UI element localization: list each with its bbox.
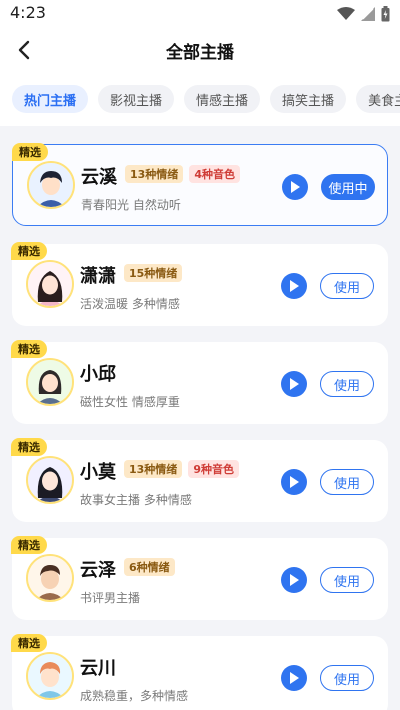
page-title: 全部主播 [166, 43, 234, 63]
anchor-card-yunze[interactable]: 精选 云泽 6种情绪 书评男主播 使用 [11, 536, 388, 620]
emotion-tag: 6种情绪 [124, 558, 175, 576]
male-avatar-icon [29, 163, 73, 207]
emotion-tag: 13种情绪 [124, 460, 183, 478]
signal-icon [361, 7, 375, 21]
anchor-description: 青春阳光 自然动听 [81, 198, 181, 212]
anchor-name: 云泽 [80, 560, 116, 581]
anchor-card-yunxi[interactable]: 精选 云溪 13种情绪 4种音色 青春阳光 自然动听 使用中 [12, 143, 388, 226]
wifi-icon [337, 7, 355, 20]
play-icon [290, 672, 299, 684]
category-tabs: 热门主播 影视主播 情感主播 搞笑主播 美食主播 [0, 72, 400, 126]
play-button[interactable] [281, 371, 307, 397]
male-avatar-icon [28, 654, 72, 698]
emotion-tag: 15种情绪 [124, 264, 183, 282]
use-button[interactable]: 使用 [320, 665, 374, 691]
play-icon [290, 476, 299, 488]
anchor-tags: 13种情绪 9种音色 [124, 460, 239, 478]
anchor-description: 活泼温暖 多种情感 [80, 297, 180, 311]
voice-tag: 9种音色 [188, 460, 239, 478]
anchor-list: 精选 云溪 13种情绪 4种音色 青春阳光 自然动听 使用中 精选 潇潇 15种… [0, 126, 400, 710]
featured-badge: 精选 [11, 340, 47, 358]
avatar [27, 161, 75, 209]
play-button[interactable] [281, 469, 307, 495]
male-avatar-icon [28, 556, 72, 600]
featured-badge: 精选 [11, 242, 47, 260]
anchor-tags: 15种情绪 [124, 264, 183, 282]
anchor-tags: 6种情绪 [124, 558, 175, 576]
anchor-description: 成熟稳重，多种情感 [80, 689, 189, 703]
battery-icon [381, 6, 390, 22]
anchor-name: 云川 [80, 658, 116, 679]
female-avatar-icon [28, 262, 72, 306]
play-icon [291, 181, 300, 193]
tab-film[interactable]: 影视主播 [98, 85, 175, 113]
anchor-name: 小莫 [80, 462, 116, 483]
anchor-card-yunchuan[interactable]: 精选 云川 成熟稳重，多种情感 使用 [11, 634, 388, 710]
play-icon [290, 280, 299, 292]
avatar [26, 652, 74, 700]
anchor-name: 潇潇 [80, 266, 116, 287]
featured-badge: 精选 [12, 143, 48, 161]
anchor-description: 故事女主播 多种情感 [80, 493, 192, 507]
anchor-card-xiaoxiao[interactable]: 精选 潇潇 15种情绪 活泼温暖 多种情感 使用 [11, 242, 388, 326]
play-icon [290, 574, 299, 586]
tab-food[interactable]: 美食主播 [356, 85, 400, 113]
status-time: 4:23 [10, 3, 46, 22]
tab-emotion[interactable]: 情感主播 [184, 85, 261, 113]
anchor-description: 书评男主播 [80, 591, 141, 605]
avatar [26, 456, 74, 504]
anchor-card-xiaoqiu[interactable]: 精选 小邱 磁性女性 情感厚重 使用 [11, 340, 388, 424]
tab-comedy[interactable]: 搞笑主播 [270, 85, 347, 113]
emotion-tag: 13种情绪 [125, 165, 184, 183]
status-icons [337, 5, 390, 23]
play-button[interactable] [281, 567, 307, 593]
avatar [26, 358, 74, 406]
play-icon [290, 378, 299, 390]
play-button[interactable] [281, 273, 307, 299]
featured-badge: 精选 [11, 438, 47, 456]
featured-badge: 精选 [11, 634, 47, 652]
anchor-tags: 13种情绪 4种音色 [125, 165, 240, 183]
use-button[interactable]: 使用 [320, 469, 374, 495]
use-button[interactable]: 使用 [320, 567, 374, 593]
avatar [26, 260, 74, 308]
use-button[interactable]: 使用 [320, 371, 374, 397]
voice-tag: 4种音色 [189, 165, 240, 183]
play-button[interactable] [282, 174, 308, 200]
anchor-description: 磁性女性 情感厚重 [80, 395, 180, 409]
use-button[interactable]: 使用 [320, 273, 374, 299]
featured-badge: 精选 [11, 536, 47, 554]
use-button[interactable]: 使用中 [321, 174, 375, 200]
tab-hot[interactable]: 热门主播 [12, 85, 89, 113]
anchor-name: 云溪 [81, 167, 117, 188]
anchor-name: 小邱 [80, 364, 116, 385]
header: 全部主播 [0, 28, 400, 72]
female-avatar-icon [28, 458, 72, 502]
anchor-card-xiaomo[interactable]: 精选 小莫 13种情绪 9种音色 故事女主播 多种情感 使用 [11, 438, 388, 522]
play-button[interactable] [281, 665, 307, 691]
female-avatar-icon [28, 360, 72, 404]
status-bar: 4:23 [0, 0, 400, 28]
avatar [26, 554, 74, 602]
